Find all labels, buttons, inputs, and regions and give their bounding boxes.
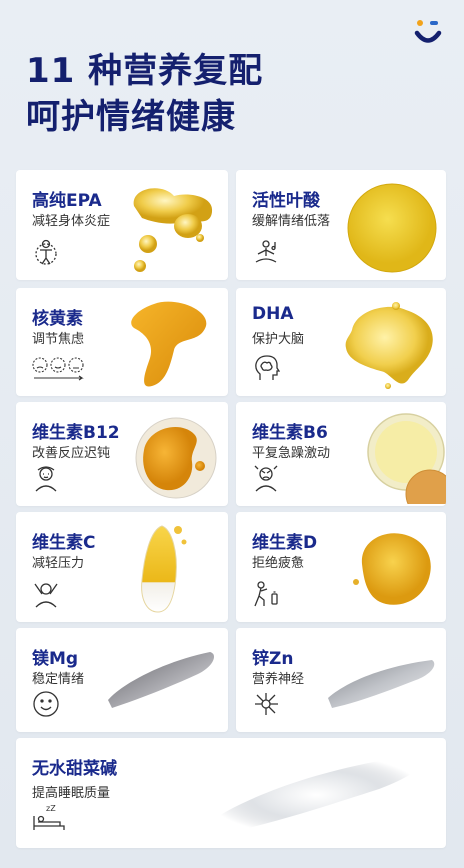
- zinc-powder-swatch-image: [328, 660, 435, 708]
- confused-person-icon: [35, 466, 57, 492]
- nutrient-desc: 营养神经: [252, 672, 305, 687]
- nutrient-name: 镁Mg: [32, 649, 79, 669]
- svg-text:zZ: zZ: [46, 804, 56, 813]
- nutrient-name: 高纯EPA: [32, 191, 102, 211]
- nutrient-desc: 平复急躁激动: [252, 446, 331, 461]
- nutrient-desc: 保护大脑: [252, 332, 305, 347]
- neuron-icon: [255, 693, 278, 715]
- nutrient-name: 核黄素: [32, 309, 83, 329]
- nutrient-name: 锌Zn: [252, 649, 294, 669]
- title-line-2: 呵护情绪健康: [26, 97, 236, 137]
- tired-walker-icon: [254, 581, 278, 607]
- nutrient-card-vitamin-c: 维生素C 减轻压力: [16, 512, 228, 622]
- dha-oil-splash-image: [345, 302, 433, 389]
- folate-powder-disc-image: [347, 183, 437, 273]
- nutrient-name: 维生素B6: [252, 423, 328, 443]
- page-title: 11 种营养复配 呵护情绪健康: [26, 48, 263, 140]
- nutrient-name: 活性叶酸: [252, 191, 320, 211]
- mood-faces-icon: [32, 357, 84, 381]
- riboflavin-oil-splash-image: [131, 301, 207, 387]
- nutrient-desc: 减轻身体炎症: [32, 214, 111, 229]
- nutrient-desc: 拒绝疲惫: [252, 556, 305, 571]
- nutrient-card-magnesium: 镁Mg 稳定情绪: [16, 628, 228, 732]
- smile-icon: [33, 691, 59, 717]
- angry-person-icon: [254, 465, 278, 492]
- nutrient-card-b12: 维生素B12 改善反应迟钝: [16, 402, 228, 506]
- nutrient-name: 维生素B12: [32, 423, 120, 443]
- brain-head-icon: [255, 355, 280, 380]
- meditation-icon: [255, 240, 277, 263]
- nutrient-desc: 减轻压力: [32, 556, 85, 571]
- nutrient-card-b6: 维生素B6 平复急躁激动: [236, 402, 446, 506]
- nutrient-desc: 调节焦虑: [32, 332, 85, 347]
- magnesium-powder-swatch-image: [108, 652, 214, 708]
- brand-logo-icon: [414, 20, 442, 43]
- nutrient-desc: 缓解情绪低落: [252, 214, 331, 229]
- nutrient-name: 无水甜菜碱: [32, 759, 117, 779]
- stressed-person-icon: [34, 583, 58, 608]
- body-inflammation-icon: [35, 239, 57, 265]
- b12-oil-in-glass-image: [135, 417, 217, 499]
- nutrient-desc: 提高睡眠质量: [32, 786, 111, 801]
- nutrient-card-vitamin-d: 维生素D 拒绝疲惫: [236, 512, 446, 622]
- nutrient-name: 维生素D: [252, 533, 318, 553]
- vitamin-c-drop-image: [141, 525, 187, 613]
- nutrient-card-dha: DHA 保护大脑: [236, 288, 446, 396]
- nutrient-card-zinc: 锌Zn 营养神经: [236, 628, 446, 732]
- nutrient-card-betaine: 无水甜菜碱 提高睡眠质量 zZ: [16, 738, 446, 848]
- nutrient-desc: 稳定情绪: [32, 672, 85, 687]
- sleep-bed-icon: zZ: [33, 804, 65, 830]
- b6-glass-dishes-image: [367, 413, 446, 504]
- nutrient-card-epa: 高纯EPA 减轻身体炎症: [16, 170, 228, 280]
- nutrient-desc: 改善反应迟钝: [32, 446, 111, 461]
- vitamin-d-oil-drop-image: [353, 533, 431, 605]
- nutrient-name: 维生素C: [32, 533, 96, 553]
- betaine-white-powder-image: [206, 754, 426, 836]
- title-line-1: 11 种营养复配: [26, 51, 264, 91]
- nutrient-card-riboflavin: 核黄素 调节焦虑: [16, 288, 228, 396]
- nutrient-card-folate: 活性叶酸 缓解情绪低落: [236, 170, 446, 280]
- epa-oil-drops-image: [133, 188, 213, 272]
- nutrient-name: DHA: [252, 304, 294, 324]
